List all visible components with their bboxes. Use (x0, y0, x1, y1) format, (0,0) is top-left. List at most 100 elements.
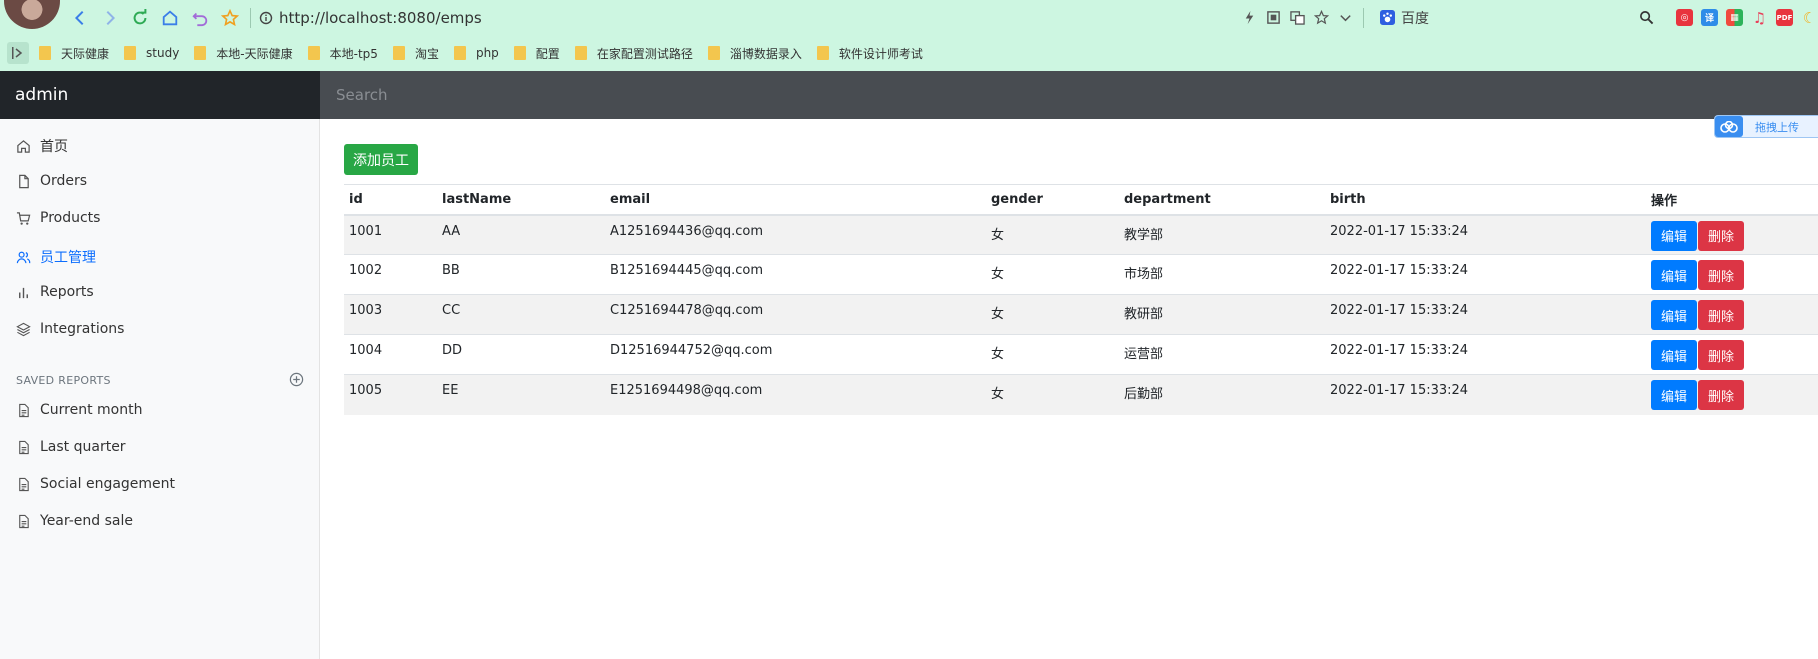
table-row: 1005 EE E1251694498@qq.com 女 后勤部 2022-01… (344, 374, 1818, 415)
url-text[interactable]: http://localhost:8080/emps (279, 9, 482, 27)
delete-button[interactable]: 删除 (1698, 340, 1744, 370)
search-input[interactable] (336, 86, 1818, 104)
cell-department: 教研部 (1119, 294, 1325, 335)
cell-lastname: BB (437, 254, 605, 295)
edit-button[interactable]: 编辑 (1651, 260, 1697, 290)
bookmark-star-icon[interactable] (1313, 10, 1329, 26)
delete-button[interactable]: 删除 (1698, 260, 1744, 290)
sidebar-item-home[interactable]: 首页 (16, 136, 68, 156)
cell-lastname: AA (437, 214, 605, 255)
weibo-extension-icon[interactable]: ◎ (1676, 9, 1693, 26)
cell-lastname: DD (437, 334, 605, 375)
undo-icon[interactable] (190, 8, 210, 28)
cell-email: E1251694498@qq.com (605, 374, 986, 415)
table-row: 1004 DD D12516944752@qq.com 女 运营部 2022-0… (344, 334, 1818, 375)
brand-title[interactable]: admin (0, 71, 320, 119)
sidebar-item-reports[interactable]: Reports (16, 284, 94, 300)
cell-lastname: CC (437, 294, 605, 335)
delete-button[interactable]: 删除 (1698, 220, 1744, 251)
bookmark-item[interactable]: 在家配置测试路径 (574, 45, 693, 62)
saved-report-item[interactable]: Current month (16, 402, 142, 418)
address-bar[interactable]: http://localhost:8080/emps (259, 9, 482, 27)
saved-report-item[interactable]: Last quarter (16, 439, 126, 455)
search-icon[interactable] (1638, 10, 1654, 26)
bookmark-item[interactable]: 天际健康 (39, 45, 109, 62)
cell-birth: 2022-01-17 15:33:24 (1325, 214, 1646, 255)
column-header-id: id (344, 184, 437, 216)
navbar-search (320, 71, 1818, 119)
add-employee-button[interactable]: 添加员工 (344, 144, 418, 175)
cell-birth: 2022-01-17 15:33:24 (1325, 294, 1646, 335)
sidebar-item-products[interactable]: Products (16, 210, 100, 226)
folder-icon (453, 46, 466, 60)
bookmark-item[interactable]: 本地-tp5 (307, 45, 378, 62)
sidebar-item-orders[interactable]: Orders (16, 173, 87, 189)
cell-id: 1005 (344, 374, 437, 415)
lightning-icon[interactable] (1241, 10, 1257, 26)
file-text-icon (19, 403, 29, 417)
bookmark-item[interactable]: php (453, 46, 499, 60)
folder-icon (574, 46, 587, 60)
baidu-upload-label: 拖拽上传 (1755, 120, 1799, 134)
bookmark-item[interactable]: study (124, 46, 179, 60)
delete-button[interactable]: 删除 (1698, 380, 1744, 410)
favorite-star-icon[interactable] (220, 8, 240, 28)
sidebar: 首页 Orders Products 员工管理 Reports Integrat… (0, 119, 320, 659)
sidebar-item-integrations[interactable]: Integrations (16, 321, 124, 337)
sidebar-toggle-icon[interactable] (7, 42, 29, 64)
music-extension-icon[interactable]: ♫ (1751, 9, 1768, 27)
apps-extension-icon[interactable]: ▦ (1726, 9, 1743, 26)
cell-department: 教学部 (1119, 214, 1325, 255)
folder-icon (124, 46, 137, 60)
chevron-down-icon[interactable] (1337, 10, 1353, 26)
column-header-actions: 操作 (1646, 184, 1818, 216)
home-page-icon[interactable] (160, 8, 180, 28)
night-mode-icon[interactable]: ☾ (1801, 9, 1818, 27)
cell-email: D12516944752@qq.com (605, 334, 986, 375)
column-header-lastname: lastName (437, 184, 605, 216)
employee-table: id lastName email gender department birt… (344, 184, 1818, 415)
profile-avatar[interactable] (4, 0, 60, 29)
cell-actions: 编辑 删除 (1646, 374, 1818, 415)
edit-button[interactable]: 编辑 (1651, 300, 1697, 330)
sidebar-item-employees[interactable]: 员工管理 (16, 247, 96, 267)
qr-scan-icon[interactable] (1265, 10, 1281, 26)
bookmark-item[interactable]: 淘宝 (392, 45, 439, 62)
translate-icon[interactable] (1289, 10, 1305, 26)
bookmark-item[interactable]: 淄博数据录入 (707, 45, 802, 62)
cell-gender: 女 (986, 374, 1119, 415)
pdf-extension-icon[interactable]: PDF (1776, 9, 1793, 26)
bookmark-item[interactable]: 软件设计师考试 (816, 45, 923, 62)
cell-department: 市场部 (1119, 254, 1325, 295)
saved-report-item[interactable]: Social engagement (16, 476, 175, 492)
bookmark-item[interactable]: 配置 (513, 45, 560, 62)
back-icon[interactable] (70, 8, 90, 28)
translate-extension-icon[interactable]: 译 (1701, 9, 1718, 26)
saved-report-item[interactable]: Year-end sale (16, 513, 133, 529)
cell-id: 1004 (344, 334, 437, 375)
cell-actions: 编辑 删除 (1646, 254, 1818, 295)
edit-button[interactable]: 编辑 (1651, 220, 1697, 251)
search-engine-box[interactable]: 百度 (1380, 8, 1630, 28)
edit-button[interactable]: 编辑 (1651, 340, 1697, 370)
toolbar-divider-right (1363, 7, 1364, 28)
folder-icon (513, 46, 526, 60)
delete-button[interactable]: 删除 (1698, 300, 1744, 330)
cell-gender: 女 (986, 334, 1119, 375)
cell-gender: 女 (986, 214, 1119, 255)
users-icon (16, 251, 31, 263)
search-engine-label: 百度 (1401, 10, 1429, 27)
bookmark-item[interactable]: 本地-天际健康 (194, 45, 293, 62)
info-icon[interactable] (259, 11, 273, 25)
edit-button[interactable]: 编辑 (1651, 380, 1697, 410)
sidebar-item-label: Reports (40, 284, 94, 300)
bookmarks-bar: 天际健康 study 本地-天际健康 本地-tp5 淘宝 php 配置 在家配置… (0, 35, 1818, 71)
forward-icon[interactable] (100, 8, 120, 28)
baidu-upload-widget[interactable]: 拖拽上传 (1714, 115, 1818, 138)
table-row: 1001 AA A1251694436@qq.com 女 教学部 2022-01… (344, 214, 1818, 255)
column-header-email: email (605, 184, 986, 216)
folder-icon (816, 46, 829, 60)
reload-icon[interactable] (130, 8, 150, 28)
plus-circle-icon[interactable] (289, 372, 304, 387)
cell-email: B1251694445@qq.com (605, 254, 986, 295)
